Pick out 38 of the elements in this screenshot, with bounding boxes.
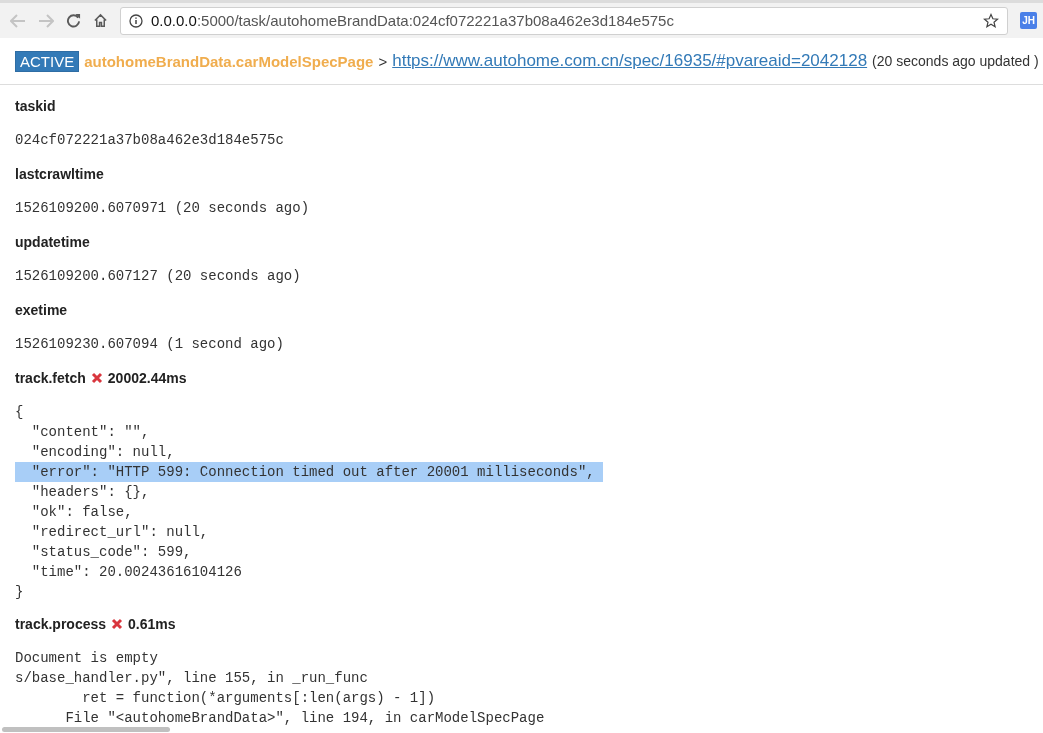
updated-text: (20 seconds ago updated ) [872,53,1039,69]
field-label: exetime [15,301,69,320]
info-icon[interactable] [129,13,143,28]
code-line: "ok": false, [30,503,133,522]
track-duration: 0.61ms [128,615,176,634]
track-name: track.process [15,615,107,634]
code-line: Document is empty [15,649,158,668]
code-line: "status_code": 599, [30,543,192,562]
address-text: 0.0.0.0:5000/task/autohomeBrandData:024cf072221a37b08a462e3d184e575c [151,12,675,29]
code-line: File "<autohomeBrandData>", line 194, in carModelSpecPage [64,709,545,728]
project-callback: autohomeBrandData.carModelSpecPage [84,52,374,70]
status-label: ACTIVE [15,50,80,72]
profile-badge[interactable]: JH [1020,12,1037,29]
code-line: "time": 20.00243616104126 [30,563,242,582]
code-line: "content": "", [30,423,150,442]
code-line: "headers": {}, [30,483,150,502]
code-line: ret = function(*arguments[:len(args) - 1]) [81,689,436,708]
horizontal-scrollbar[interactable] [2,727,170,732]
task-url-link[interactable]: https://www.autohome.com.cn/spec/16935/#pvareaid=2042128 [392,51,868,71]
field-value: 1526109200.6070971 (20 seconds ago) [15,199,311,218]
separator-text: > [378,52,388,70]
code-line: "redirect_url": null, [30,523,209,542]
home-icon[interactable] [93,13,108,28]
code-line: "encoding": null, [30,443,175,462]
track-name: track.fetch [15,369,86,388]
field-value: 1526109230.607094 (1 second ago) [15,335,285,354]
field-label: lastcrawltime [15,165,105,184]
field-value: 024cf072221a37b08a462e3d184e575c [15,131,285,150]
field-label: updatetime [15,233,91,252]
code-line: } [15,583,24,602]
field-value: 1526109200.607127 (20 seconds ago) [15,267,302,286]
address-bar[interactable]: 0.0.0.0:5000/task/autohomeBrandData:024cf072221a37b08a462e3d184e575c [120,6,1009,35]
bookmark-star-icon[interactable] [983,12,1000,29]
code-line: { [15,403,24,422]
field-label: taskid [15,97,57,116]
track-duration: 20002.44ms [107,369,187,388]
reload-icon[interactable] [66,13,81,28]
code-line: s/base_handler.py", line 155, in _run_func [15,669,368,688]
